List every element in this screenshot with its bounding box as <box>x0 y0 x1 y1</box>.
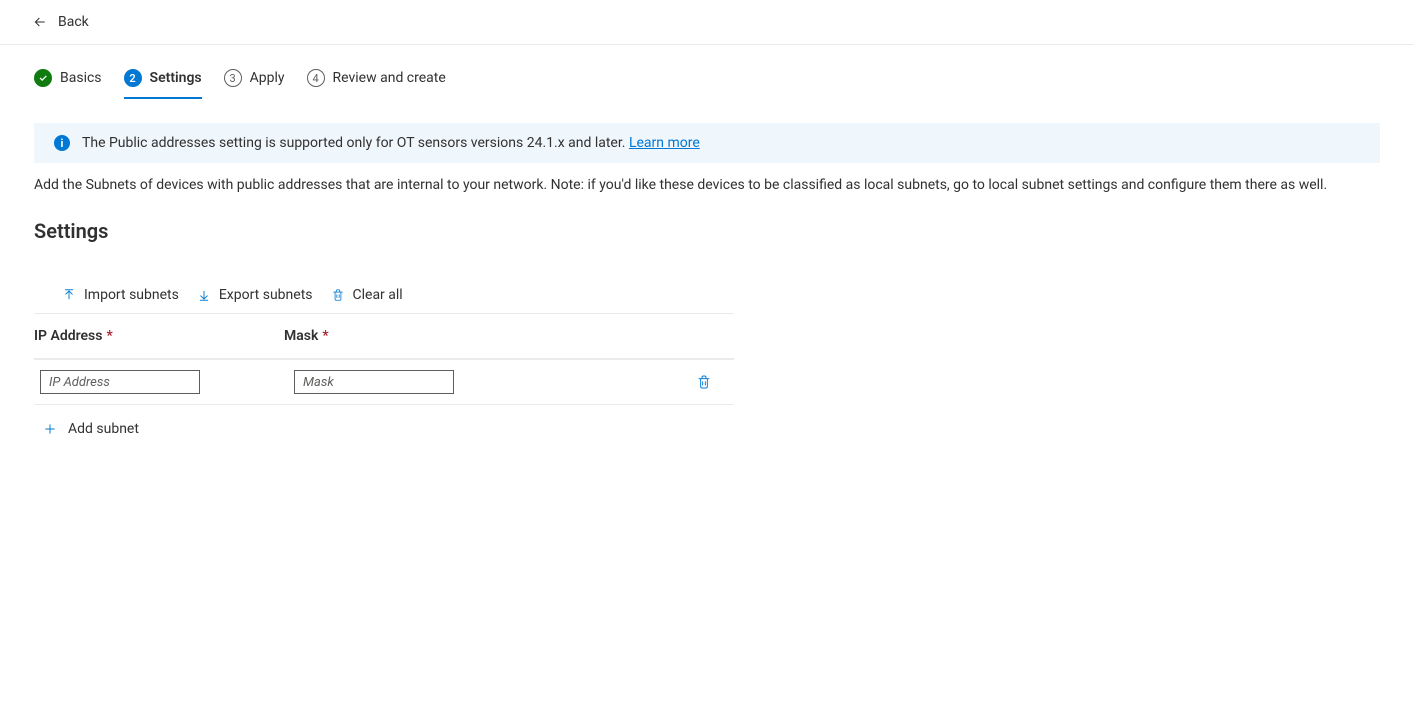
delete-row-button[interactable] <box>674 374 734 390</box>
clear-label: Clear all <box>353 287 403 303</box>
trash-icon <box>696 374 712 390</box>
learn-more-link[interactable]: Learn more <box>629 135 700 151</box>
wizard-pivot: Basics 2 Settings 3 Apply 4 Review and c… <box>34 69 1380 99</box>
table-header-row: IP Address* Mask* <box>34 313 734 359</box>
pivot-label: Basics <box>60 70 102 86</box>
export-subnets-button[interactable]: Export subnets <box>197 287 313 303</box>
add-subnet-button[interactable]: Add subnet <box>34 405 139 437</box>
clear-all-button[interactable]: Clear all <box>331 287 403 303</box>
col-mask-header: Mask* <box>284 328 534 344</box>
checkmark-icon <box>34 69 52 87</box>
info-text: The Public addresses setting is supporte… <box>82 135 700 151</box>
section-description: Add the Subnets of devices with public a… <box>34 177 1380 193</box>
step-number-icon: 3 <box>224 69 242 87</box>
col-ip-header: IP Address* <box>34 328 284 344</box>
export-label: Export subnets <box>219 287 313 303</box>
ip-address-input[interactable] <box>40 370 200 394</box>
pivot-review[interactable]: 4 Review and create <box>307 69 446 99</box>
add-subnet-label: Add subnet <box>68 421 139 437</box>
back-button[interactable]: Back <box>32 14 89 30</box>
subnet-table: IP Address* Mask* <box>34 313 734 405</box>
info-icon: i <box>54 135 70 151</box>
back-label: Back <box>58 14 89 30</box>
pivot-label: Apply <box>250 70 285 86</box>
page-header: Back <box>0 0 1414 45</box>
col-mask-label: Mask <box>284 328 318 344</box>
pivot-basics[interactable]: Basics <box>34 69 102 99</box>
required-marker: * <box>106 328 112 344</box>
import-label: Import subnets <box>84 287 179 303</box>
mask-input[interactable] <box>294 370 454 394</box>
col-ip-label: IP Address <box>34 328 102 344</box>
import-subnets-button[interactable]: Import subnets <box>62 287 179 303</box>
info-message-bar: i The Public addresses setting is suppor… <box>34 123 1380 163</box>
arrow-left-icon <box>32 14 48 30</box>
required-marker: * <box>322 328 328 344</box>
info-text-body: The Public addresses setting is supporte… <box>82 135 629 151</box>
step-number-icon: 2 <box>124 69 142 87</box>
step-number-icon: 4 <box>307 69 325 87</box>
arrow-down-icon <box>197 288 211 302</box>
table-row <box>34 359 734 405</box>
pivot-label: Review and create <box>333 70 446 86</box>
plus-icon <box>42 421 58 437</box>
pivot-settings[interactable]: 2 Settings <box>124 69 202 99</box>
trash-icon <box>331 288 345 302</box>
section-title: Settings <box>34 219 1380 243</box>
pivot-label: Settings <box>150 70 202 86</box>
pivot-apply[interactable]: 3 Apply <box>224 69 285 99</box>
arrow-up-icon <box>62 288 76 302</box>
subnet-toolbar: Import subnets Export subnets Clear all <box>34 287 734 303</box>
